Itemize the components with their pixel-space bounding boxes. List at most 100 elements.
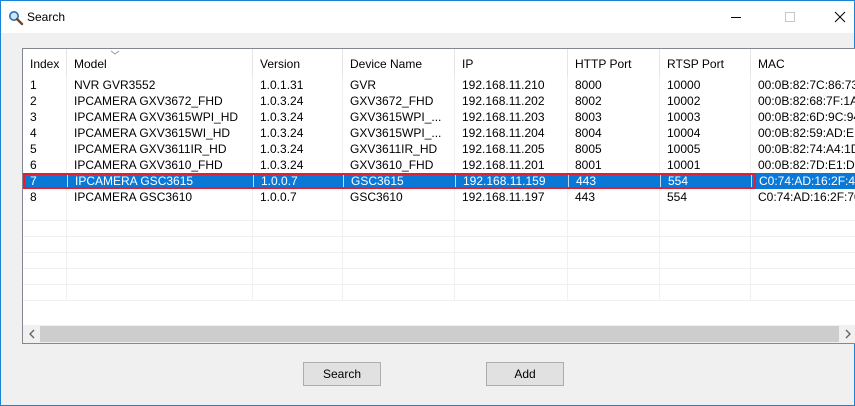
cell-version: 1.0.0.7	[253, 173, 343, 189]
cell-ip: 192.168.11.202	[462, 94, 545, 108]
cell-http-port: 8003	[575, 110, 602, 124]
column-header-http-port[interactable]: HTTP Port	[568, 49, 660, 77]
cell-model: IPCAMERA GSC3610	[74, 190, 193, 204]
scroll-right-button[interactable]	[839, 325, 855, 343]
cell-ip: 192.168.11.159	[455, 173, 568, 189]
scroll-left-button[interactable]	[23, 325, 40, 343]
scrollbar-thumb[interactable]	[40, 326, 839, 342]
cell-mac: 00:0B:82:68:7F:1A	[758, 94, 855, 108]
cell-device-name: GVR	[350, 78, 377, 92]
cell-device-name: GXV3615WPI_...	[350, 126, 442, 140]
cell-http-port: 8001	[575, 158, 602, 172]
title-bar[interactable]: Search	[1, 1, 854, 33]
cell-version: 1.0.0.7	[260, 190, 297, 204]
table-row[interactable]: 6 IPCAMERA GXV3610_FHD 1.0.3.24 GXV3610_FHD…	[23, 157, 855, 173]
maximize-icon	[785, 12, 795, 22]
cell-rtsp-port: 554	[660, 173, 751, 189]
minimize-icon	[731, 17, 741, 18]
table-row[interactable]: 4 IPCAMERA GXV3615WI_HD 1.0.3.24 GXV3615WPI…	[23, 125, 855, 141]
cell-rtsp-port: 554	[667, 190, 688, 204]
grid-line	[23, 252, 855, 253]
cell-version: 1.0.3.24	[260, 110, 304, 124]
cell-model: IPCAMERA GXV3611IR_HD	[74, 142, 227, 156]
close-button[interactable]	[817, 1, 855, 33]
chevron-right-icon	[845, 329, 851, 339]
cell-device-name: GXV3611IR_HD	[350, 142, 438, 156]
cell-ip: 192.168.11.205	[462, 142, 545, 156]
cell-model: IPCAMERA GSC3615	[67, 173, 253, 189]
maximize-button[interactable]	[767, 1, 813, 33]
cell-mac: 00:0B:82:7C:86:73	[758, 78, 855, 92]
cell-rtsp-port: 10000	[667, 78, 701, 92]
cell-mac: C0:74:AD:16:2F:40	[751, 173, 855, 189]
cell-ip: 192.168.11.210	[462, 78, 545, 92]
cell-version: 1.0.3.24	[260, 142, 304, 156]
grid-line	[23, 284, 855, 285]
cell-http-port: 443	[575, 190, 596, 204]
cell-version: 1.0.3.24	[260, 126, 304, 140]
cell-version: 1.0.1.31	[260, 78, 304, 92]
cell-index: 1	[30, 78, 37, 92]
cell-model: IPCAMERA GXV3672_FHD	[74, 94, 223, 108]
table-row[interactable]: 8 IPCAMERA GSC3610 1.0.0.7 GSC3610 192.168.1…	[23, 189, 855, 205]
grid-line	[23, 236, 855, 237]
cell-http-port: 8004	[575, 126, 602, 140]
cell-mac: 00:0B:82:7D:E1:D4	[758, 158, 855, 172]
cell-index: 4	[30, 126, 37, 140]
cell-rtsp-port: 10003	[667, 110, 701, 124]
cell-mac: 00:0B:82:6D:9C:94	[758, 110, 855, 124]
add-button[interactable]: Add	[486, 362, 564, 386]
table-row[interactable]: 2 IPCAMERA GXV3672_FHD 1.0.3.24 GXV3672_FHD…	[23, 93, 855, 109]
grid-line	[23, 268, 855, 269]
cell-device-name: GXV3610_FHD	[350, 158, 434, 172]
table-row[interactable]: 5 IPCAMERA GXV3611IR_HD 1.0.3.24 GXV3611IR_…	[23, 141, 855, 157]
column-header-version[interactable]: Version	[253, 49, 343, 77]
horizontal-scrollbar[interactable]	[23, 325, 855, 343]
grid-line	[23, 300, 855, 301]
table-row[interactable]: 3 IPCAMERA GXV3615WPI_HD 1.0.3.24 GXV3615WP…	[23, 109, 855, 125]
cell-mac: 00:0B:82:74:A4:1D	[758, 142, 855, 156]
cell-device-name: GXV3615WPI_...	[350, 110, 442, 124]
cell-index: 2	[30, 94, 37, 108]
cell-http-port: 8005	[575, 142, 602, 156]
cell-index: 8	[30, 190, 37, 204]
cell-index: 5	[30, 142, 37, 156]
table-row-selected[interactable]: 7 IPCAMERA GSC3615 1.0.0.7 GSC3615 192.168.1…	[23, 173, 855, 189]
cell-model: IPCAMERA GXV3615WI_HD	[74, 126, 231, 140]
grid-line	[23, 220, 855, 221]
cell-rtsp-port: 10001	[667, 158, 701, 172]
cell-device-name: GSC3615	[343, 173, 455, 189]
cell-http-port: 443	[568, 173, 660, 189]
table-row[interactable]: 1 NVR GVR3552 1.0.1.31 GVR 192.168.11.210 800…	[23, 77, 855, 93]
column-header-device-name[interactable]: Device Name	[343, 49, 455, 77]
cell-device-name: GSC3610	[350, 190, 403, 204]
cell-mac: 00:0B:82:59:AD:EF	[758, 126, 855, 140]
cell-index: 7	[30, 174, 37, 188]
list-header: Index Model Version Device Name IP HTTP Port R…	[23, 49, 855, 77]
close-icon	[834, 11, 846, 23]
cell-model: NVR GVR3552	[74, 78, 156, 92]
cell-http-port: 8000	[575, 78, 602, 92]
device-list[interactable]: Index Model Version Device Name IP HTTP Port R…	[22, 48, 855, 344]
cell-rtsp-port: 10005	[667, 142, 701, 156]
search-button[interactable]: Search	[303, 362, 381, 386]
cell-index: 3	[30, 110, 37, 124]
cell-mac: C0:74:AD:16:2F:70	[758, 190, 855, 204]
window-title: Search	[27, 10, 66, 24]
cell-ip: 192.168.11.197	[462, 190, 545, 204]
cell-http-port: 8002	[575, 94, 602, 108]
search-window: Search Index Model Version Device Name IP HTT…	[0, 0, 855, 406]
cell-ip: 192.168.11.201	[462, 158, 545, 172]
column-header-ip[interactable]: IP	[455, 49, 568, 77]
cell-model: IPCAMERA GXV3610_FHD	[74, 158, 223, 172]
column-header-rtsp-port[interactable]: RTSP Port	[660, 49, 751, 77]
cell-version: 1.0.3.24	[260, 158, 304, 172]
column-header-index[interactable]: Index	[23, 49, 67, 77]
cell-index: 6	[30, 158, 37, 172]
cell-ip: 192.168.11.204	[462, 126, 545, 140]
minimize-button[interactable]	[713, 1, 759, 33]
chevron-left-icon	[28, 329, 34, 339]
column-header-mac[interactable]: MAC	[751, 49, 855, 77]
column-header-model[interactable]: Model	[67, 49, 253, 77]
cell-version: 1.0.3.24	[260, 94, 304, 108]
